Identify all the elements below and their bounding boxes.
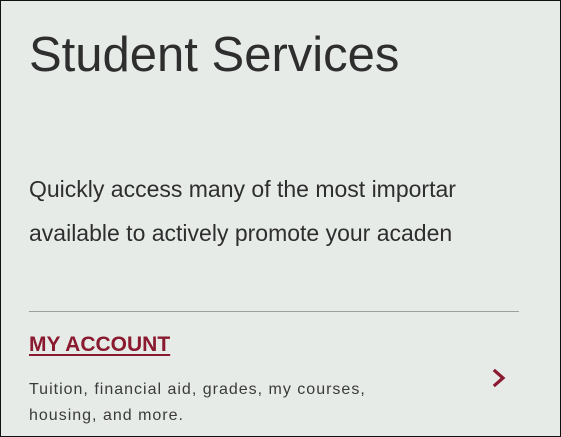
my-account-description: Tuition, financial aid, grades, my cours… <box>29 381 366 424</box>
my-account-link[interactable]: MY ACCOUNT <box>29 333 170 357</box>
intro-text: Quickly access many of the most importar… <box>29 167 560 255</box>
chevron-right-icon[interactable] <box>489 368 509 388</box>
intro-line-2: available to actively promote your acade… <box>29 220 453 246</box>
section-divider <box>29 311 519 312</box>
student-services-panel: Student Services Quickly access many of … <box>0 0 561 437</box>
page-title: Student Services <box>29 28 400 82</box>
intro-line-1: Quickly access many of the most importar <box>29 176 456 202</box>
